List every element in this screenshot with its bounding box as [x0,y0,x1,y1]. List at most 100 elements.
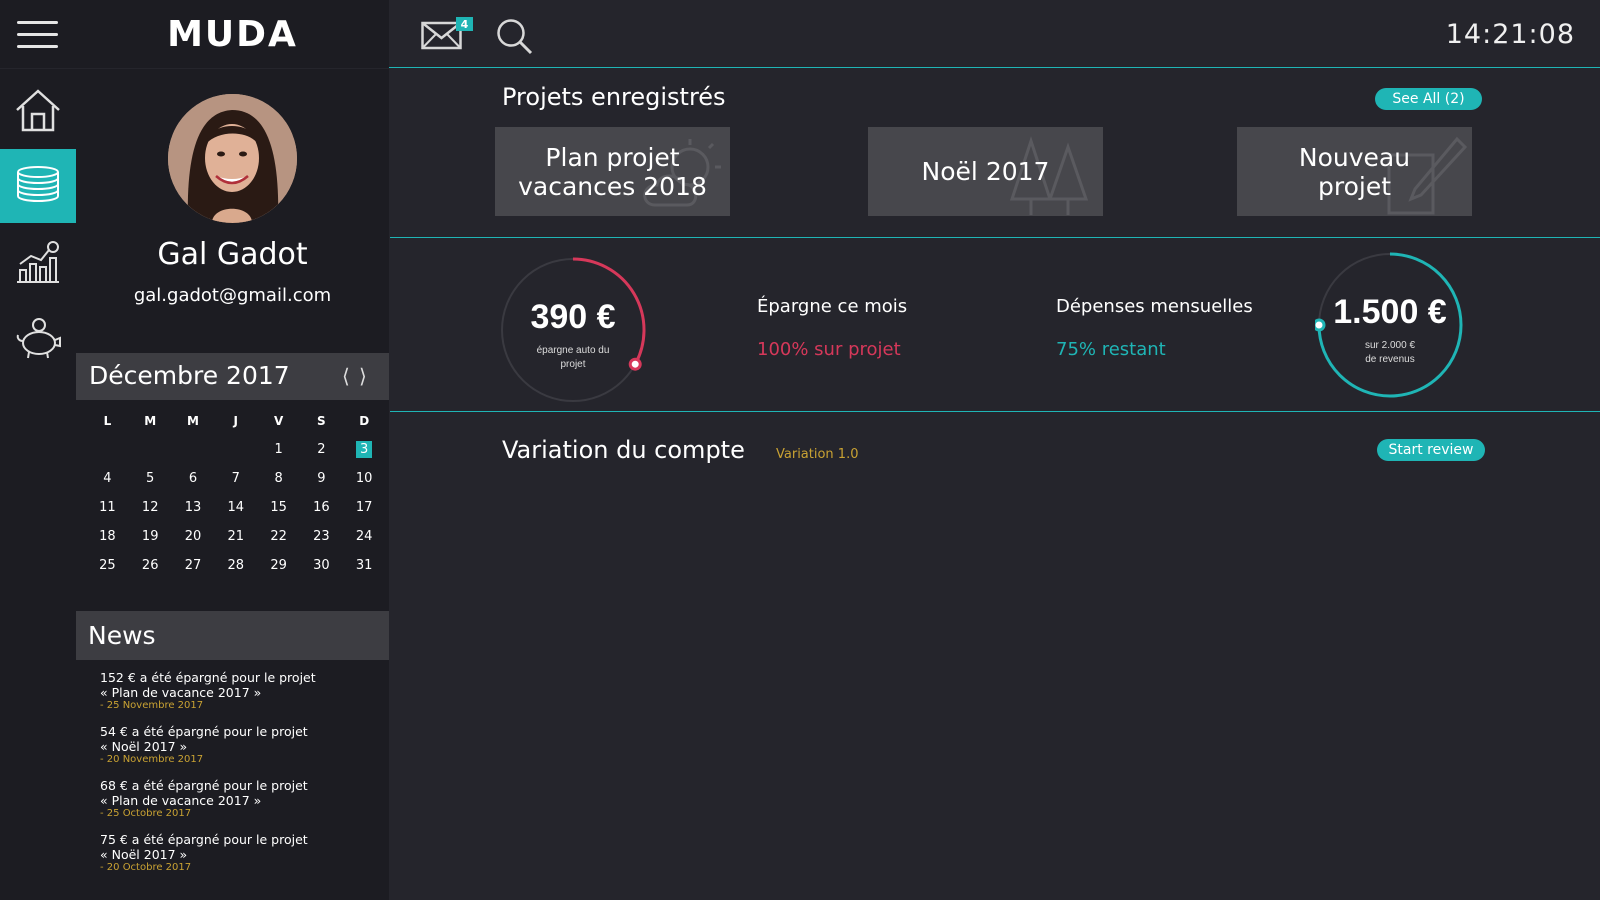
calendar-day[interactable]: 26 [129,558,172,573]
calendar-weeks: 1 2 3 4 5 6 7 8 9 10 11 12 13 14 15 16 17 18 19 20 21 22 23 24 2… [86,435,386,580]
calendar-week-row: 18 19 20 21 22 23 24 [86,522,386,551]
calendar-day[interactable]: 1 [257,442,300,457]
rail-savings[interactable] [0,149,76,223]
mail-count-badge: 4 [456,17,473,31]
calendar-day[interactable]: 12 [129,500,172,515]
stats-icon [17,241,59,283]
user-email: gal.gadot@gmail.com [133,285,332,306]
savings-gauge: 390 € épargne auto du projet [498,255,648,409]
calendar-day[interactable]: 18 [86,529,129,544]
top-bar: MUDA 4 14:21:08 [0,0,1600,68]
project-label: vacances 2018 [518,171,707,201]
calendar-day[interactable]: 28 [214,558,257,573]
calendar-day[interactable]: 29 [257,558,300,573]
news-text: 75 € a été épargné pour le projet [100,832,308,847]
calendar-day[interactable]: 8 [257,471,300,486]
calendar-day[interactable]: 31 [343,558,386,573]
calendar-week-row: 123 [86,435,386,464]
calendar-day[interactable]: 4 [86,471,129,486]
calendar-day[interactable]: 7 [214,471,257,486]
calendar-day[interactable]: 21 [214,529,257,544]
news-date: - 25 Octobre 2017 [100,808,192,819]
section-divider [390,411,1600,412]
news-date: - 20 Octobre 2017 [100,862,192,873]
calendar-day[interactable]: 20 [172,529,215,544]
home-icon [16,89,60,132]
projects-title: Projets enregistrés [502,83,726,111]
calendar-day[interactable]: 24 [343,529,386,544]
savings-caption: épargne auto du [537,345,610,356]
calendar-day[interactable]: 14 [214,500,257,515]
news-header: News [76,611,389,660]
calendar-day[interactable]: 17 [343,500,386,515]
calendar-grid: L M M J V S D 1 2 3 4 5 6 7 8 9 10 11 12 13 14 15 16 17 1… [86,406,386,580]
savings-label: Épargne ce mois [757,296,908,317]
calendar-week-row: 11 12 13 14 15 16 17 [86,493,386,522]
news-item[interactable]: 68 € a été épargné pour le projet « Plan… [100,778,380,820]
project-label: Nouveau [1298,142,1411,172]
calendar-week-row: 4 5 6 7 8 9 10 [86,464,386,493]
calendar-header: Décembre 2017 ⟨ ⟩ [76,353,389,400]
profile-panel: Gal Gadot gal.gadot@gmail.com Décembre 2… [76,69,389,900]
calendar-day[interactable]: 15 [257,500,300,515]
start-review-button[interactable]: Start review [1377,439,1485,461]
calendar-prev-icon[interactable]: ⟨ [342,364,350,388]
rail-stats[interactable] [0,225,76,299]
avatar[interactable] [168,94,297,223]
see-all-button[interactable]: See All (2) [1375,88,1482,110]
news-text: 152 € a été épargné pour le projet [100,670,316,685]
app-brand: MUDA [76,0,389,68]
calendar-day[interactable]: 27 [172,558,215,573]
calendar-day[interactable]: 2 [300,442,343,457]
coins-icon [17,166,59,203]
calendar-day[interactable]: 22 [257,529,300,544]
clock: 14:21:08 [1445,19,1575,50]
project-card-vacances[interactable]: Plan projet vacances 2018 [495,127,730,216]
calendar-day[interactable]: 23 [300,529,343,544]
calendar-day[interactable]: 25 [86,558,129,573]
calendar-day[interactable]: 11 [86,500,129,515]
rail-piggy-bank[interactable] [0,301,76,375]
calendar-day[interactable]: 16 [300,500,343,515]
expenses-value: 75% restant [1056,339,1166,360]
news-item[interactable]: 54 € a été épargné pour le projet « Noël… [100,724,380,766]
weekday-label: D [359,413,370,428]
variation-title: Variation du compte [502,436,745,464]
weekday-label: L [103,413,112,428]
calendar-day[interactable]: 19 [129,529,172,544]
news-item[interactable]: 152 € a été épargné pour le projet « Pla… [100,670,380,712]
project-card-nouveau[interactable]: Nouveau projet [1237,127,1472,216]
news-project: « Plan de vacance 2017 » [100,685,262,700]
expenses-gauge: 1.500 € sur 2.000 € de revenus [1312,250,1465,404]
savings-value: 100% sur projet [757,339,901,360]
calendar-day[interactable]: 9 [300,471,343,486]
calendar-day[interactable]: 30 [300,558,343,573]
calendar-day[interactable]: 6 [172,471,215,486]
news-item[interactable]: 75 € a été épargné pour le projet « Noël… [100,832,380,874]
weekday-label: V [273,413,284,428]
main-content: Projets enregistrés See All (2) Plan pro… [390,69,1600,900]
weekday-label: M [187,413,199,428]
calendar-next-icon[interactable]: ⟩ [359,364,367,388]
news-project: « Plan de vacance 2017 » [100,793,262,808]
news-text: 68 € a été épargné pour le projet [100,778,308,793]
news-date: - 25 Novembre 2017 [100,700,204,711]
expenses-caption: sur 2.000 € [1365,340,1415,351]
project-card-noel[interactable]: Noël 2017 [868,127,1103,216]
expenses-amount: 1.500 € [1333,293,1447,331]
savings-caption: projet [560,359,585,370]
calendar-day[interactable]: 5 [129,471,172,486]
search-icon[interactable] [496,18,534,60]
piggy-bank-icon [16,318,61,359]
calendar-day[interactable]: 13 [172,500,215,515]
hamburger-menu-icon[interactable] [0,0,76,68]
news-project: « Noël 2017 » [100,847,188,862]
rail-home[interactable] [0,73,76,147]
calendar-day[interactable]: 10 [343,471,386,486]
project-label: projet [1317,171,1392,201]
news-list: 152 € a été épargné pour le projet « Pla… [100,670,380,886]
weekday-label: M [144,413,157,428]
calendar-day[interactable]: 3 [343,441,386,458]
project-label: Noël 2017 [921,157,1050,186]
expenses-caption: de revenus [1365,354,1414,365]
